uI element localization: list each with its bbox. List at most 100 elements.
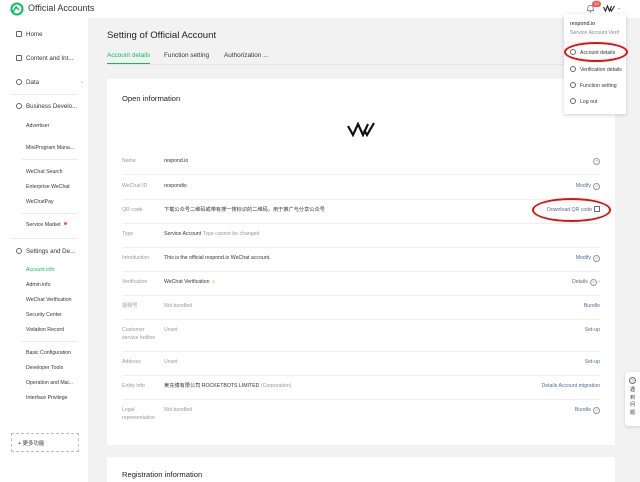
divider	[122, 247, 600, 248]
row-value-note: Type cannot be changed	[202, 231, 260, 237]
setup-address-link[interactable]: Set-up	[585, 358, 600, 366]
sidebar-item-label: Home	[26, 31, 43, 38]
row-label: Verification	[122, 279, 148, 285]
sidebar-item-home[interactable]: Home	[16, 31, 43, 38]
sidebar-item-business[interactable]: Business Develo...	[16, 103, 77, 110]
sidebar-item-wechat-search[interactable]: WeChat Search	[26, 169, 63, 175]
row-label: Introduction	[122, 255, 150, 261]
sidebar-item-basic-configuration[interactable]: Basic Configuration	[26, 350, 71, 356]
home-icon	[16, 31, 22, 37]
tab-authorization[interactable]: Authorization ...	[224, 52, 268, 59]
card-title: Open information	[122, 94, 181, 103]
setup-hotline-link[interactable]: Set-up	[585, 326, 600, 334]
highlight-oval	[564, 42, 628, 62]
divider	[10, 94, 78, 95]
account-name: respond.io	[570, 21, 596, 27]
row-value-wrap: 東充博有限公司 ROCKETBOTS LIMITED (Corporation)	[164, 382, 291, 390]
row-label: Legal representative	[122, 407, 155, 421]
help-icon[interactable]: ?	[589, 279, 597, 286]
registration-information-card: Registration information	[107, 457, 615, 482]
row-label: Customer service hotline	[122, 327, 156, 341]
row-value: This is the official respond.io WeChat a…	[164, 255, 271, 261]
sidebar-item-wechatpay[interactable]: WeChatPay	[26, 199, 54, 205]
row-label: WeChat ID	[122, 183, 148, 189]
sidebar-item-violation-record[interactable]: Violation Record	[26, 327, 64, 333]
chevron-down-icon[interactable]: ⌄	[617, 5, 621, 11]
help-widget[interactable]: ? 遇到问题	[625, 372, 640, 426]
row-label: Type	[122, 231, 134, 237]
highlight-oval	[532, 198, 611, 222]
menu-item-label: Function setting	[580, 83, 617, 89]
sidebar-item-data[interactable]: Data ⌄	[16, 79, 86, 86]
menu-item-verification-details[interactable]: Verification details	[570, 66, 622, 73]
sidebar-item-content[interactable]: Content and Int...	[16, 55, 73, 62]
row-value: Unset	[164, 359, 178, 365]
check-circle-icon	[570, 66, 576, 72]
chevron-down-icon: ⌄	[80, 79, 85, 85]
row-value-note: (Corporation)	[260, 383, 292, 389]
chevron-right-icon[interactable]: ›	[598, 279, 600, 285]
row-value: respondio	[164, 183, 187, 189]
help-icon[interactable]: ?	[593, 183, 600, 190]
sidebar-item-interface-privilege[interactable]: Interface Privilege	[26, 395, 68, 401]
row-value-wrap: Service Account Type cannot be changed	[164, 230, 259, 238]
row-value: 東充博有限公司 ROCKETBOTS LIMITED	[164, 383, 260, 389]
help-icon[interactable]: ?	[593, 407, 600, 414]
bundle-channels-link[interactable]: Bundle	[584, 302, 600, 310]
bundle-legal-link[interactable]: Bundle	[575, 407, 591, 413]
entity-details-link[interactable]: Details Account migration	[541, 382, 600, 390]
divider	[10, 238, 78, 239]
sidebar-item-label: Business Develo...	[26, 103, 78, 110]
account-logo-icon	[347, 121, 375, 137]
tab-account-details[interactable]: Account details	[107, 52, 150, 59]
account-type: Service Account Verif	[570, 30, 620, 36]
menu-item-log-out[interactable]: Log out	[570, 98, 597, 105]
help-icon[interactable]: ?	[593, 158, 600, 165]
help-icon[interactable]: ?	[593, 255, 600, 262]
gear-icon	[570, 82, 576, 88]
app-title: Official Accounts	[28, 3, 95, 13]
sidebar-item-settings[interactable]: Settings and De...	[16, 248, 75, 255]
document-icon	[16, 55, 22, 61]
compass-icon	[16, 103, 22, 109]
sidebar-item-operation[interactable]: Operation and Mai...	[26, 380, 73, 386]
row-value-wrap: WeChat Verification ☺	[164, 278, 216, 286]
divider	[122, 351, 600, 352]
modify-wechat-id-link[interactable]: Modify	[576, 183, 591, 189]
divider	[122, 295, 600, 296]
open-information-card: Open information Name respond.io ? WeCha…	[107, 79, 615, 445]
row-value: Service Account	[164, 231, 202, 237]
sidebar-item-label: Data	[26, 79, 40, 86]
modify-introduction-link[interactable]: Modify	[576, 255, 591, 261]
sidebar-item-service-market[interactable]: Service Market	[26, 222, 67, 228]
notification-dot	[63, 222, 67, 225]
divider	[122, 174, 600, 175]
row-value: Not bundled	[164, 407, 192, 413]
row-label: QR code	[122, 207, 143, 213]
card-title: Registration information	[122, 470, 203, 479]
sidebar-item-enterprise-wechat[interactable]: Enterprise WeChat	[26, 184, 70, 190]
wechat-logo-icon	[10, 2, 24, 16]
sidebar: Home Content and Int... Data ⌄ Business …	[0, 18, 88, 482]
help-widget-label: 遇到问题	[630, 387, 636, 416]
sidebar-item-account-info[interactable]: Account info	[26, 267, 55, 273]
menu-item-label: Log out	[580, 99, 598, 105]
sidebar-item-miniprogram[interactable]: MiniProgram Mana...	[26, 145, 74, 151]
sidebar-item-admin-info[interactable]: Admin info	[26, 282, 51, 288]
verification-details-link[interactable]: Details	[572, 279, 588, 285]
divider	[122, 375, 600, 376]
sidebar-item-advertiser[interactable]: Advertiser	[26, 123, 49, 129]
more-functions-button[interactable]: + 更多功能	[11, 433, 79, 452]
sidebar-item-developer-tools[interactable]: Developer Tools	[26, 365, 63, 371]
verified-badge-icon: ☺	[210, 279, 217, 285]
tab-function-setting[interactable]: Function setting	[164, 52, 209, 59]
divider	[22, 341, 78, 342]
row-label: Entity info	[122, 383, 145, 389]
menu-item-function-setting[interactable]: Function setting	[570, 82, 617, 89]
help-icon: ?	[629, 377, 636, 384]
sidebar-item-wechat-verification[interactable]: WeChat Verification	[26, 297, 71, 303]
menu-item-label: Verification details	[580, 67, 622, 73]
sidebar-item-security-center[interactable]: Security Center	[26, 312, 62, 318]
chart-icon	[16, 79, 22, 85]
account-avatar-icon[interactable]	[603, 4, 615, 13]
